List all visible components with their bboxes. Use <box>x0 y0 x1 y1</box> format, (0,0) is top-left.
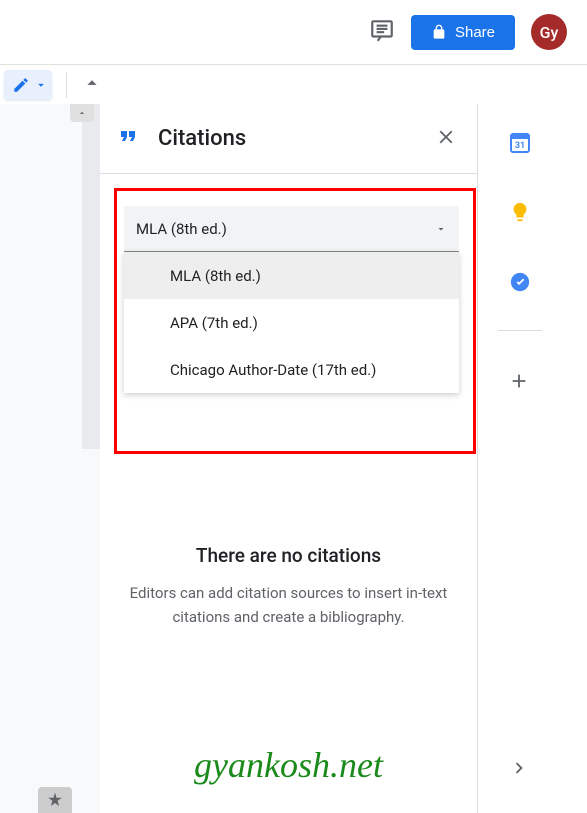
plus-icon <box>508 370 530 392</box>
main-area: Citations MLA (8th ed.) MLA (8th ed.) AP… <box>0 104 587 813</box>
empty-state-title: There are no citations <box>126 544 451 567</box>
side-rail: 31 <box>478 104 587 813</box>
svg-text:31: 31 <box>515 141 525 151</box>
top-bar: Share Gy <box>0 0 587 64</box>
ruler-tab[interactable] <box>70 104 94 122</box>
citations-panel: Citations MLA (8th ed.) MLA (8th ed.) AP… <box>100 104 478 813</box>
comment-history-icon[interactable] <box>369 17 395 47</box>
chevron-down-icon <box>34 78 48 92</box>
tasks-app-button[interactable] <box>500 262 540 302</box>
share-label: Share <box>455 24 495 41</box>
calendar-app-button[interactable]: 31 <box>500 122 540 162</box>
rail-divider <box>498 330 542 331</box>
keep-icon <box>509 201 531 223</box>
chevron-down-icon <box>435 223 447 235</box>
empty-state: There are no citations Editors can add c… <box>100 544 477 629</box>
dropdown-option-mla[interactable]: MLA (8th ed.) <box>124 252 459 299</box>
quote-icon <box>116 124 140 154</box>
divider <box>66 72 67 98</box>
chevron-right-icon <box>508 757 530 779</box>
calendar-icon: 31 <box>508 130 532 154</box>
dropdown-menu: MLA (8th ed.) APA (7th ed.) Chicago Auth… <box>124 252 459 393</box>
dropdown-option-chicago[interactable]: Chicago Author-Date (17th ed.) <box>124 346 459 393</box>
citation-format-dropdown[interactable]: MLA (8th ed.) <box>124 206 459 252</box>
add-addon-button[interactable] <box>508 370 530 396</box>
keep-app-button[interactable] <box>500 192 540 232</box>
toolbar-row <box>0 64 587 104</box>
edit-mode-button[interactable] <box>4 70 52 100</box>
dropdown-selected-value: MLA (8th ed.) <box>136 220 227 238</box>
panel-title: Citations <box>158 126 413 151</box>
tasks-icon <box>509 271 531 293</box>
collapse-rail-button[interactable] <box>508 757 530 783</box>
close-icon <box>435 126 457 148</box>
share-button[interactable]: Share <box>411 15 515 50</box>
close-button[interactable] <box>431 122 461 156</box>
watermark-text: gyankosh.net <box>100 744 477 786</box>
panel-header: Citations <box>100 104 477 174</box>
user-avatar[interactable]: Gy <box>531 14 567 50</box>
lock-icon <box>431 24 447 40</box>
document-edge <box>0 104 100 813</box>
explore-button[interactable] <box>38 787 72 813</box>
pencil-icon <box>12 76 30 94</box>
dropdown-option-apa[interactable]: APA (7th ed.) <box>124 299 459 346</box>
collapse-toolbar-button[interactable] <box>81 72 103 98</box>
empty-state-description: Editors can add citation sources to inse… <box>126 581 451 629</box>
